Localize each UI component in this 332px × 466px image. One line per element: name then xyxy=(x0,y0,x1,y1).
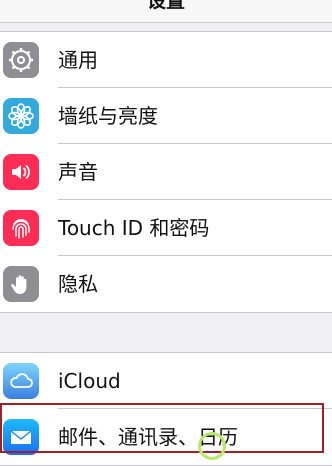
settings-row-label: 通用 xyxy=(58,48,98,72)
settings-row-label: 声音 xyxy=(58,160,98,184)
settings-row-icloud[interactable]: iCloud xyxy=(0,353,332,409)
settings-row-sounds[interactable]: 声音 xyxy=(0,144,332,200)
hand-icon xyxy=(3,266,39,302)
fingerprint-icon xyxy=(3,210,39,246)
flower-icon xyxy=(3,98,39,134)
navigation-bar: 设置 xyxy=(0,0,332,23)
settings-row-general[interactable]: 通用 xyxy=(0,32,332,88)
speaker-icon xyxy=(3,154,39,190)
page-title: 设置 xyxy=(146,0,185,12)
settings-row-wallpaper-brightness[interactable]: 墙纸与亮度 xyxy=(0,88,332,144)
mail-icon xyxy=(3,419,39,455)
settings-row-mail-contacts-calendars[interactable]: 邮件、通讯录、日历 xyxy=(0,409,332,465)
settings-row-label: 隐私 xyxy=(58,272,98,296)
settings-row-touch-id-passcode[interactable]: Touch ID 和密码 xyxy=(0,200,332,256)
settings-row-privacy[interactable]: 隐私 xyxy=(0,256,332,312)
settings-row-label: 墙纸与亮度 xyxy=(58,104,158,128)
gear-icon xyxy=(3,42,39,78)
settings-group-2: iCloud 邮件、通讯录、日历 xyxy=(0,352,332,466)
settings-row-label: iCloud xyxy=(58,369,121,393)
cloud-icon xyxy=(3,363,39,399)
settings-row-label: Touch ID 和密码 xyxy=(58,216,210,240)
settings-group-1: 通用 墙纸与亮度 声音 Touch ID 和密码 隐私 xyxy=(0,31,332,313)
cursor-indicator-icon xyxy=(198,432,226,460)
